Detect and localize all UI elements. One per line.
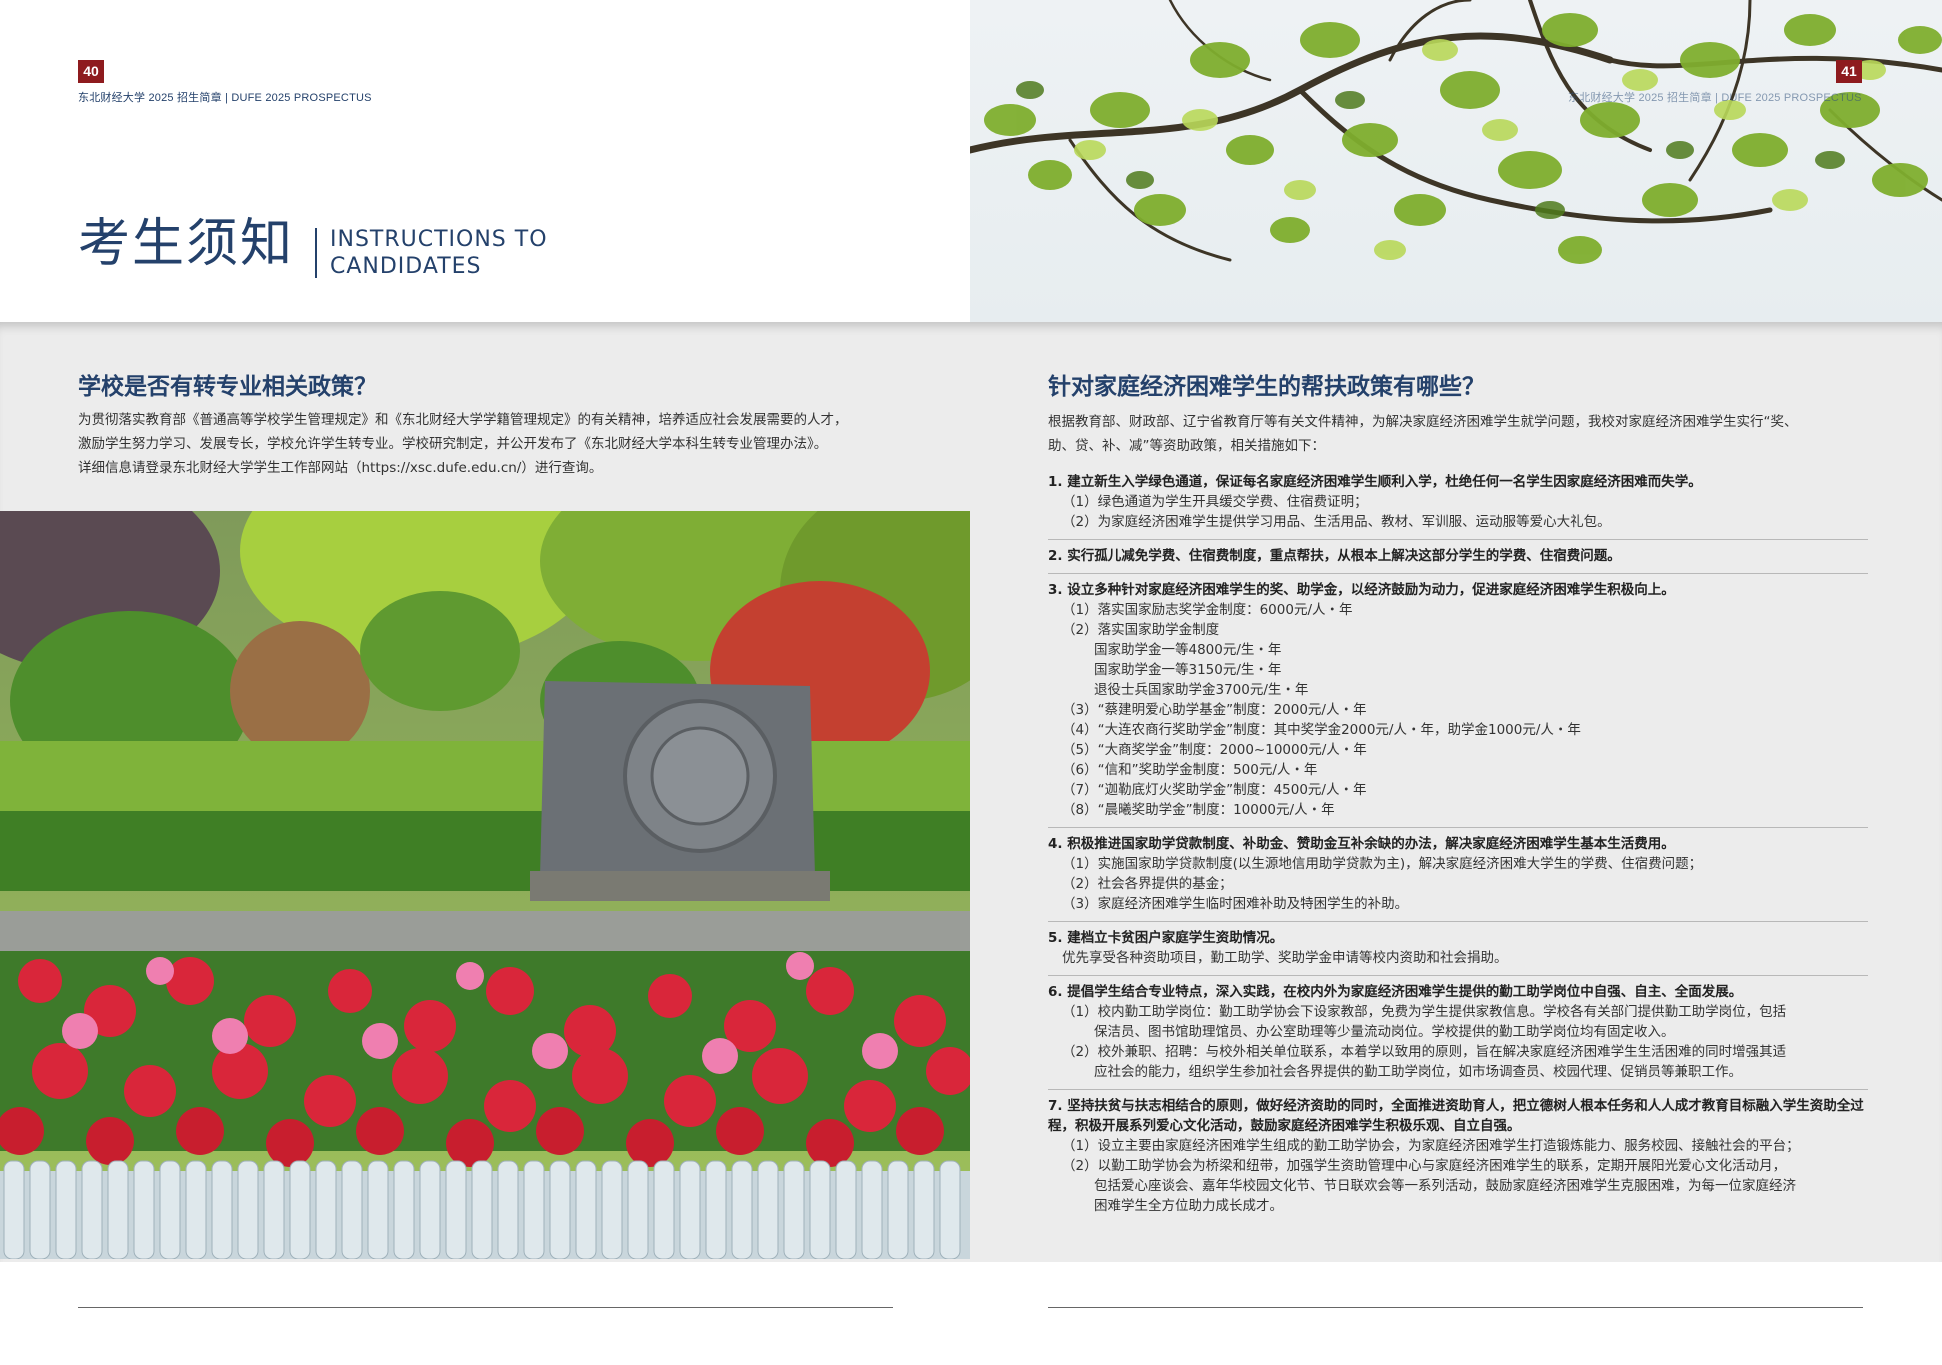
- page-number-left: 40: [78, 60, 104, 83]
- policy-item-line: （6）“信和”奖助学金制度：500元/人・年: [1062, 762, 1318, 778]
- policy-item: 5. 建档立卡贫困户家庭学生资助情况。优先享受各种资助项目，勤工助学、奖助学金申…: [1048, 922, 1868, 976]
- policy-item-heading: 4. 积极推进国家助学贷款制度、补助金、赞助金互补余缺的办法，解决家庭经济困难学…: [1048, 836, 1675, 852]
- answer-line: 详细信息请登录东北财经大学学生工作部网站（https://xsc.dufe.ed…: [78, 460, 603, 476]
- policy-item-line: （2）社会各界提供的基金；: [1062, 876, 1233, 892]
- policy-item-line: 国家助学金一等4800元/生・年: [1094, 642, 1282, 658]
- answer-line: 为贯彻落实教育部《普通高等学校学生管理规定》和《东北财经大学学籍管理规定》的有关…: [78, 412, 848, 428]
- section-title-en-line2: CANDIDATES: [330, 254, 482, 279]
- intro-line: 根据教育部、财政部、辽宁省教育厅等有关文件精神，为解决家庭经济困难学生就学问题，…: [1048, 414, 1798, 430]
- policy-item-line: 退役士兵国家助学金3700元/生・年: [1094, 682, 1309, 698]
- policy-item: 7. 坚持扶贫与扶志相结合的原则，做好经济资助的同时，全面推进资助育人，把立德树…: [1048, 1090, 1868, 1223]
- policy-item-line: （3）“蔡建明爱心助学基金”制度：2000元/人・年: [1062, 702, 1367, 718]
- policy-item-line: （4）“大连农商行奖助学金”制度：其中奖学金2000元/人・年，助学金1000元…: [1062, 722, 1581, 738]
- section-title-divider: [315, 228, 317, 278]
- transfer-major-question: 学校是否有转专业相关政策？: [78, 374, 377, 400]
- policy-item-line: （2）落实国家助学金制度: [1062, 622, 1220, 638]
- policy-item-line: （1）绿色通道为学生开具缓交学费、住宿费证明；: [1062, 494, 1368, 510]
- intro-line: 助、贷、补、减”等资助政策，相关措施如下：: [1048, 438, 1325, 454]
- policy-item: 2. 实行孤儿减免学费、住宿费制度，重点帮扶，从根本上解决这部分学生的学费、住宿…: [1048, 540, 1868, 574]
- financial-aid-question: 针对家庭经济困难学生的帮扶政策有哪些？: [1048, 374, 1485, 400]
- campus-garden-photo: [0, 511, 970, 1259]
- policy-item: 6. 提倡学生结合专业特点，深入实践，在校内外为家庭经济困难学生提供的勤工助学岗…: [1048, 976, 1868, 1090]
- policy-item-heading: 2. 实行孤儿减免学费、住宿费制度，重点帮扶，从根本上解决这部分学生的学费、住宿…: [1048, 548, 1621, 564]
- policy-item-line: （1）落实国家励志奖学金制度：6000元/人・年: [1062, 602, 1353, 618]
- policy-item-line: 保洁员、图书馆助理馆员、办公室助理等少量流动岗位。学校提供的勤工助学岗位均有固定…: [1094, 1024, 1675, 1040]
- campus-garden-illustration: [0, 511, 970, 1259]
- policy-item-line: （2）以勤工助学协会为桥梁和纽带，加强学生资助管理中心与家庭经济困难学生的联系，…: [1062, 1158, 1787, 1174]
- policy-item-line: （8）“晨曦奖助学金”制度：10000元/人・年: [1062, 802, 1335, 818]
- tree-branch-photo: [970, 0, 1942, 322]
- policy-item-heading: 3. 设立多种针对家庭经济困难学生的奖、助学金，以经济鼓励为动力，促进家庭经济困…: [1048, 582, 1675, 598]
- policy-item-line: （1）校内勤工助学岗位：勤工助学协会下设家教部，免费为学生提供家教信息。学校各有…: [1062, 1004, 1787, 1020]
- policy-item-line: （2）为家庭经济困难学生提供学习用品、生活用品、教材、军训服、运动服等爱心大礼包…: [1062, 514, 1611, 530]
- policy-item-line: （1）设立主要由家庭经济困难学生组成的勤工助学协会，为家庭经济困难学生打造锻炼能…: [1062, 1138, 1800, 1154]
- policy-item-heading: 7. 坚持扶贫与扶志相结合的原则，做好经济资助的同时，全面推进资助育人，把立德树…: [1048, 1098, 1864, 1134]
- policy-item-heading: 6. 提倡学生结合专业特点，深入实践，在校内外为家庭经济困难学生提供的勤工助学岗…: [1048, 984, 1743, 1000]
- policy-item-line: （3）家庭经济困难学生临时困难补助及特困学生的补助。: [1062, 896, 1409, 912]
- policy-item-line: 应社会的能力，组织学生参加社会各界提供的勤工助学岗位，如市场调查员、校园代理、促…: [1094, 1064, 1742, 1080]
- tree-branch-illustration: [970, 0, 1942, 264]
- policy-item: 4. 积极推进国家助学贷款制度、补助金、赞助金互补余缺的办法，解决家庭经济困难学…: [1048, 828, 1868, 922]
- policy-item-line: （2）校外兼职、招聘：与校外相关单位联系，本着学以致用的原则，旨在解决家庭经济困…: [1062, 1044, 1787, 1060]
- policy-item: 1. 建立新生入学绿色通道，保证每名家庭经济困难学生顺利入学，杜绝任何一名学生因…: [1048, 466, 1868, 540]
- policy-item: 3. 设立多种针对家庭经济困难学生的奖、助学金，以经济鼓励为动力，促进家庭经济困…: [1048, 574, 1868, 828]
- page-number-right: 41: [1836, 60, 1862, 83]
- section-title-en-line1: INSTRUCTIONS TO: [330, 227, 548, 252]
- footer-rule-right: [1048, 1307, 1863, 1308]
- policy-item-heading: 5. 建档立卡贫困户家庭学生资助情况。: [1048, 930, 1284, 946]
- financial-aid-policies: 根据教育部、财政部、辽宁省教育厅等有关文件精神，为解决家庭经济困难学生就学问题，…: [1048, 410, 1868, 1223]
- policy-item-line: 国家助学金一等3150元/生・年: [1094, 662, 1282, 678]
- policy-item-line: （7）“迦勒底灯火奖助学金”制度：4500元/人・年: [1062, 782, 1367, 798]
- policy-intro: 根据教育部、财政部、辽宁省教育厅等有关文件精神，为解决家庭经济困难学生就学问题，…: [1048, 410, 1868, 458]
- running-head-left: 东北财经大学 2025 招生简章 | DUFE 2025 PROSPECTUS: [78, 92, 372, 104]
- policy-item-line: （5）“大商奖学金”制度：2000~10000元/人・年: [1062, 742, 1367, 758]
- answer-line: 激励学生努力学习、发展专长，学校允许学生转专业。学校研究制定，并公开发布了《东北…: [78, 436, 828, 452]
- running-head-right: 东北财经大学 2025 招生简章 | DUFE 2025 PROSPECTUS: [1568, 92, 1862, 104]
- policy-item-line: 包括爱心座谈会、嘉年华校园文化节、节日联欢会等一系列活动，鼓励家庭经济困难学生克…: [1094, 1178, 1796, 1194]
- transfer-major-answer: 为贯彻落实教育部《普通高等学校学生管理规定》和《东北财经大学学籍管理规定》的有关…: [78, 408, 928, 480]
- section-title-cn: 考生须知: [78, 214, 295, 274]
- policy-item-line: （1）实施国家助学贷款制度(以生源地信用助学贷款为主)，解决家庭经济困难大学生的…: [1062, 856, 1703, 872]
- policy-item-line: 困难学生全方位助力成长成才。: [1094, 1198, 1283, 1214]
- policy-item-heading: 1. 建立新生入学绿色通道，保证每名家庭经济困难学生顺利入学，杜绝任何一名学生因…: [1048, 474, 1702, 490]
- section-title-en: INSTRUCTIONS TO CANDIDATES: [330, 226, 548, 280]
- policy-list: 1. 建立新生入学绿色通道，保证每名家庭经济困难学生顺利入学，杜绝任何一名学生因…: [1048, 466, 1868, 1223]
- footer-rule-left: [78, 1307, 893, 1308]
- policy-item-line: 优先享受各种资助项目，勤工助学、奖助学金申请等校内资助和社会捐助。: [1062, 950, 1508, 966]
